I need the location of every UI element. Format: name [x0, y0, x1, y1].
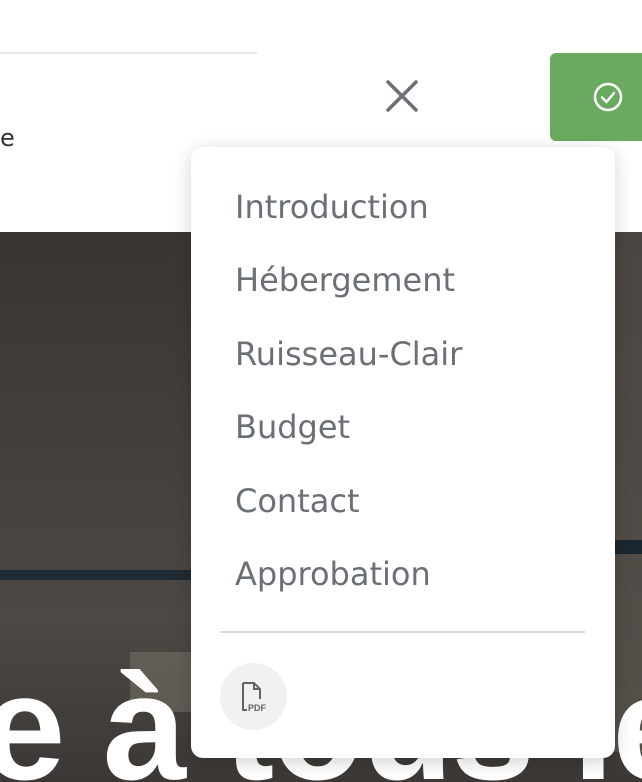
close-menu-button[interactable] [380, 74, 424, 118]
pdf-file-icon: PDF [241, 681, 267, 713]
menu-item-budget[interactable]: Budget [235, 407, 462, 480]
menu-item-hebergement[interactable]: Hébergement [235, 260, 462, 333]
navigation-menu: Introduction Hébergement Ruisseau-Clair … [191, 147, 615, 758]
pdf-label: PDF [248, 703, 267, 713]
close-icon [386, 80, 418, 112]
header-divider [0, 52, 257, 54]
menu-item-approbation[interactable]: Approbation [235, 554, 462, 627]
header-text-fragment: e [0, 124, 15, 152]
download-pdf-button[interactable]: PDF [220, 663, 287, 730]
hero-background-bar [0, 570, 200, 580]
menu-list: Introduction Hébergement Ruisseau-Clair … [235, 187, 462, 627]
check-circle-icon [593, 82, 623, 112]
menu-item-ruisseau-clair[interactable]: Ruisseau-Clair [235, 334, 462, 407]
menu-item-introduction[interactable]: Introduction [235, 187, 462, 260]
menu-item-contact[interactable]: Contact [235, 481, 462, 554]
approve-button[interactable] [550, 53, 642, 141]
menu-divider [220, 631, 585, 633]
